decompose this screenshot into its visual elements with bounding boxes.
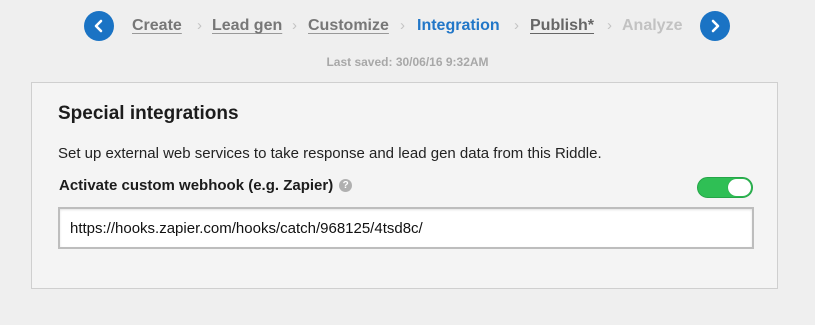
step-separator: ›	[292, 17, 297, 34]
webhook-url-input[interactable]	[58, 207, 754, 249]
wizard-nav: Create › Lead gen › Customize › Integrat…	[0, 0, 815, 52]
step-publish[interactable]: Publish*	[530, 16, 594, 36]
question-icon[interactable]: ?	[339, 179, 353, 192]
webhook-toggle-label: Activate custom webhook (e.g. Zapier) ?	[59, 177, 353, 194]
special-integrations-panel: Special integrations Set up external web…	[31, 82, 778, 289]
webhook-toggle[interactable]	[697, 177, 753, 198]
webhook-label-text: Activate custom webhook (e.g. Zapier)	[59, 177, 334, 194]
step-lead-gen[interactable]: Lead gen	[212, 16, 282, 36]
step-analyze: Analyze	[622, 17, 683, 34]
step-create[interactable]: Create	[132, 16, 182, 36]
step-separator: ›	[607, 17, 612, 34]
next-step-button[interactable]	[700, 11, 730, 41]
chevron-left-icon	[94, 19, 103, 33]
chevron-right-icon	[711, 19, 720, 33]
last-saved-status: Last saved: 30/06/16 9:32AM	[326, 55, 489, 69]
step-separator: ›	[197, 17, 202, 34]
step-customize[interactable]: Customize	[308, 16, 389, 36]
panel-description: Set up external web services to take res…	[58, 145, 602, 162]
previous-step-button[interactable]	[84, 11, 114, 41]
step-separator: ›	[400, 17, 405, 34]
step-integration[interactable]: Integration	[417, 16, 500, 36]
step-separator: ›	[514, 17, 519, 34]
panel-title: Special integrations	[58, 103, 239, 124]
toggle-knob	[728, 179, 751, 196]
